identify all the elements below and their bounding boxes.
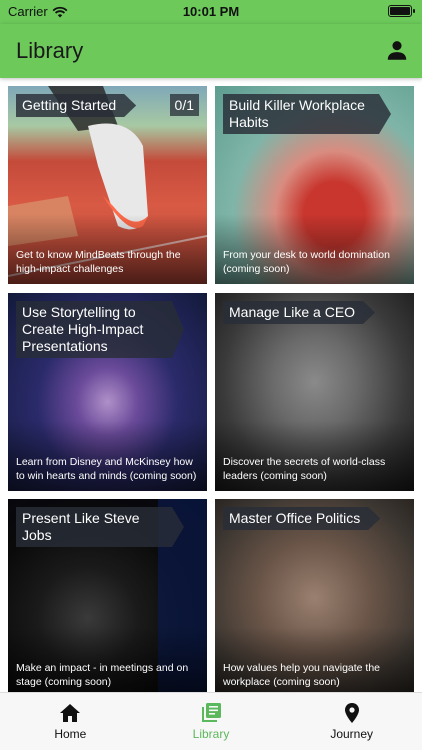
navigation-bar: Library: [0, 24, 422, 78]
tab-home[interactable]: Home: [0, 693, 141, 750]
battery-icon: [388, 5, 415, 17]
challenge-grid: Getting Started 0/1 Get to know MindBeat…: [8, 86, 414, 692]
page-title: Library: [16, 38, 84, 63]
home-icon: [60, 704, 81, 722]
card-description: Get to know MindBeats through the high-i…: [16, 249, 181, 275]
card-title: Use Storytelling to Create High-Impact P…: [16, 301, 184, 358]
tab-label: Journey: [330, 727, 374, 741]
tab-journey[interactable]: Journey: [281, 693, 422, 750]
challenge-card-manage-ceo[interactable]: Manage Like a CEO Discover the secrets o…: [215, 293, 414, 491]
profile-button[interactable]: [384, 37, 410, 63]
tab-label: Home: [54, 727, 87, 741]
challenge-card-office-politics[interactable]: Master Office Politics How values help y…: [215, 499, 414, 692]
card-title: Present Like Steve Jobs: [16, 507, 184, 547]
card-title: Getting Started: [16, 94, 136, 117]
tab-library[interactable]: Library: [141, 693, 282, 750]
library-icon: [202, 703, 221, 722]
status-bar: Carrier 10:01 PM: [0, 0, 422, 24]
status-time: 10:01 PM: [182, 4, 240, 19]
challenge-card-storytelling[interactable]: Use Storytelling to Create High-Impact P…: [8, 293, 207, 491]
card-title: Manage Like a CEO: [223, 301, 375, 324]
location-pin-icon: [344, 703, 359, 723]
person-icon: [387, 41, 407, 60]
card-description: Learn from Disney and McKinsey how to wi…: [16, 456, 197, 482]
tab-bar: Home Library Journey: [0, 692, 422, 750]
card-description: From your desk to world domination (comi…: [223, 249, 390, 275]
challenge-card-getting-started[interactable]: Getting Started 0/1 Get to know MindBeat…: [8, 86, 207, 284]
card-title: Build Killer Workplace Habits: [223, 94, 391, 134]
challenge-card-present-jobs[interactable]: Present Like Steve Jobs Make an impact -…: [8, 499, 207, 692]
card-description: Discover the secrets of world-class lead…: [223, 456, 386, 482]
challenge-card-workplace-habits[interactable]: Build Killer Workplace Habits From your …: [215, 86, 414, 284]
card-title: Master Office Politics: [223, 507, 380, 530]
progress-count-badge: 0/1: [169, 94, 199, 116]
card-description: How values help you navigate the workpla…: [223, 662, 381, 688]
tab-label: Library: [192, 727, 230, 741]
card-description: Make an impact - in meetings and on stag…: [16, 662, 189, 688]
